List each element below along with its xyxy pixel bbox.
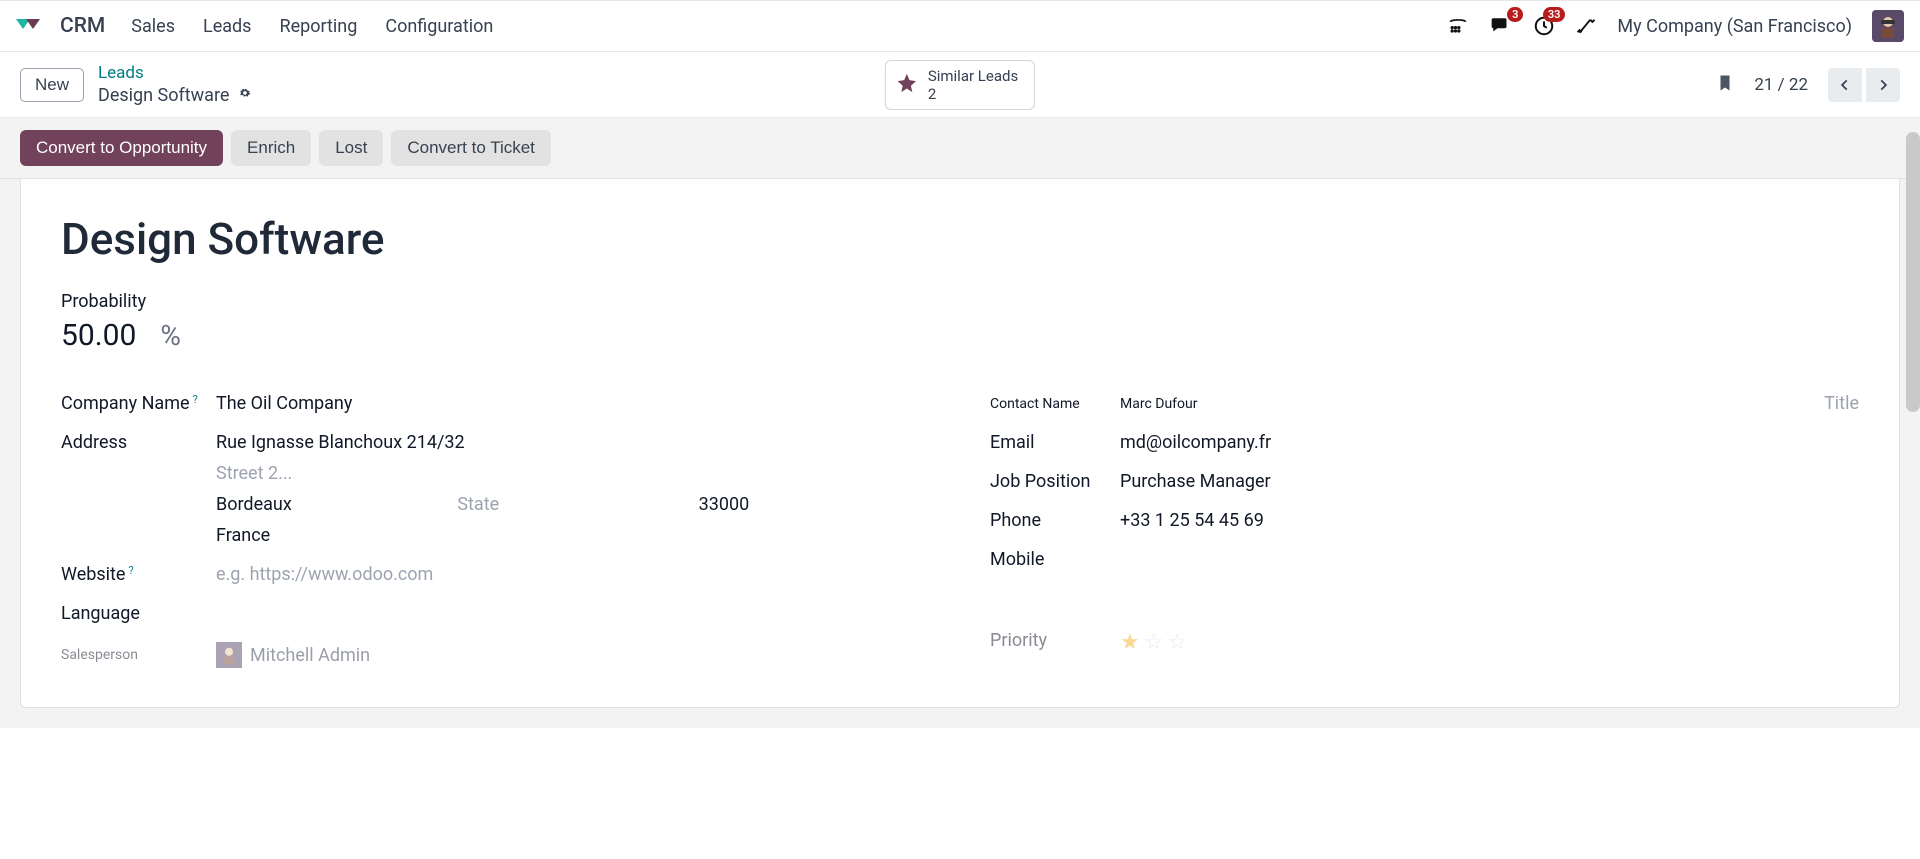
priority-label: Priority bbox=[990, 630, 1120, 651]
star-icon[interactable]: ☆ bbox=[1144, 630, 1164, 655]
mobile-label: Mobile bbox=[990, 549, 1120, 570]
pager-counter[interactable]: 21 / 22 bbox=[1754, 75, 1808, 95]
email-field[interactable]: md@oilcompany.fr bbox=[1120, 432, 1859, 453]
nav-reporting[interactable]: Reporting bbox=[279, 16, 357, 37]
similar-leads-count: 2 bbox=[928, 85, 1018, 103]
company-name-field[interactable]: The Oil Company bbox=[216, 393, 930, 414]
bookmark-icon[interactable] bbox=[1716, 72, 1734, 98]
phone-field[interactable]: +33 1 25 54 45 69 bbox=[1120, 510, 1859, 531]
left-column: Company Name? The Oil Company Address bbox=[61, 393, 930, 673]
street2-field[interactable] bbox=[216, 463, 930, 484]
messages-icon[interactable]: 3 bbox=[1489, 15, 1513, 37]
breadcrumb-parent[interactable]: Leads bbox=[98, 62, 253, 84]
scrollbar[interactable] bbox=[1906, 132, 1920, 412]
salesperson-field[interactable]: Mitchell Admin bbox=[216, 642, 930, 668]
star-icon[interactable]: ★ bbox=[1120, 630, 1140, 655]
nav-configuration[interactable]: Configuration bbox=[385, 16, 493, 37]
star-icon[interactable]: ☆ bbox=[1167, 630, 1187, 655]
right-column: Contact Name Marc Dufour Title Email md@… bbox=[990, 393, 1859, 673]
country-field[interactable] bbox=[216, 525, 930, 546]
lost-button[interactable]: Lost bbox=[319, 130, 383, 166]
nav-sales[interactable]: Sales bbox=[131, 16, 175, 37]
topbar: CRM Sales Leads Reporting Configuration … bbox=[0, 0, 1920, 52]
probability-unit: % bbox=[160, 319, 181, 352]
salesperson-label: Salesperson bbox=[61, 647, 216, 663]
user-avatar[interactable] bbox=[1872, 10, 1904, 42]
debug-icon[interactable] bbox=[1575, 15, 1597, 37]
contact-title-field[interactable]: Title bbox=[1779, 393, 1859, 414]
street-field[interactable] bbox=[216, 432, 930, 453]
probability-label: Probability bbox=[61, 291, 1859, 312]
phone-label: Phone bbox=[990, 510, 1120, 531]
star-icon bbox=[896, 72, 918, 98]
job-position-label: Job Position bbox=[990, 471, 1120, 492]
pager-prev-button[interactable] bbox=[1828, 68, 1862, 102]
app-logo[interactable] bbox=[16, 15, 44, 37]
salesperson-avatar bbox=[216, 642, 242, 668]
contact-name-field[interactable]: Marc Dufour bbox=[1120, 396, 1779, 412]
control-panel: New Leads Design Software Similar Leads … bbox=[0, 52, 1920, 117]
status-bar: Convert to Opportunity Enrich Lost Conve… bbox=[0, 117, 1920, 179]
nav-menu: Sales Leads Reporting Configuration bbox=[131, 16, 493, 37]
zip-field[interactable] bbox=[699, 494, 930, 515]
priority-field[interactable]: ★ ☆ ☆ bbox=[1120, 630, 1859, 655]
contact-name-label: Contact Name bbox=[990, 396, 1120, 412]
company-name-label: Company Name? bbox=[61, 393, 216, 414]
email-label: Email bbox=[990, 432, 1120, 453]
city-field[interactable] bbox=[216, 494, 447, 515]
record-title[interactable]: Design Software bbox=[61, 213, 1859, 265]
nav-leads[interactable]: Leads bbox=[203, 16, 251, 37]
website-field[interactable] bbox=[216, 564, 930, 585]
address-label: Address bbox=[61, 432, 216, 453]
breadcrumb-current: Design Software bbox=[98, 84, 229, 107]
activities-badge: 33 bbox=[1543, 7, 1566, 22]
enrich-button[interactable]: Enrich bbox=[231, 130, 311, 166]
gear-icon[interactable] bbox=[237, 84, 253, 107]
job-position-field[interactable]: Purchase Manager bbox=[1120, 471, 1859, 492]
pager-next-button[interactable] bbox=[1866, 68, 1900, 102]
state-field[interactable] bbox=[457, 494, 688, 515]
convert-opportunity-button[interactable]: Convert to Opportunity bbox=[20, 130, 223, 166]
activities-icon[interactable]: 33 bbox=[1533, 15, 1555, 37]
app-title[interactable]: CRM bbox=[60, 14, 105, 38]
similar-leads-title: Similar Leads bbox=[928, 67, 1018, 85]
messages-badge: 3 bbox=[1507, 7, 1523, 22]
company-switcher[interactable]: My Company (San Francisco) bbox=[1617, 16, 1852, 37]
language-label: Language bbox=[61, 603, 216, 624]
website-label: Website? bbox=[61, 564, 216, 585]
help-icon[interactable]: ? bbox=[193, 393, 198, 406]
convert-ticket-button[interactable]: Convert to Ticket bbox=[391, 130, 551, 166]
breadcrumb: Leads Design Software bbox=[98, 62, 253, 107]
voip-icon[interactable] bbox=[1447, 16, 1469, 36]
similar-leads-card[interactable]: Similar Leads 2 bbox=[885, 60, 1035, 110]
form-sheet: Design Software Probability 50.00 % Comp… bbox=[20, 179, 1900, 708]
help-icon[interactable]: ? bbox=[128, 564, 133, 577]
new-button[interactable]: New bbox=[20, 68, 84, 102]
probability-value[interactable]: 50.00 bbox=[61, 318, 136, 353]
